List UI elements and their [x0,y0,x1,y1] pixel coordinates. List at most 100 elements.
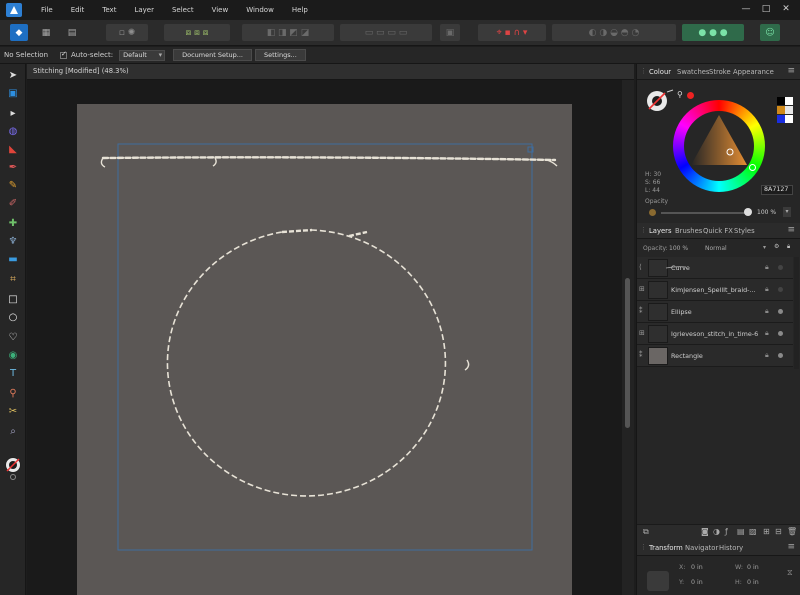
snapping-group-icon[interactable]: ⧈ ⧈ ⧈ [164,24,230,41]
opacity-slider[interactable] [661,212,747,214]
tab-styles[interactable]: Styles [734,227,755,235]
vector-brush-tool-icon[interactable]: ✐ [6,196,20,210]
auto-select-dropdown[interactable]: Default [119,49,166,61]
layer-settings-icon[interactable]: ⚙ [774,243,779,250]
export-persona-icon[interactable]: ▤ [64,24,80,41]
colour-fill-stroke-icon[interactable] [645,88,675,114]
align-group-icon[interactable]: ▭ ▭ ▭ ▭ [340,24,432,41]
swatch-white[interactable] [785,97,793,105]
fill-tool-icon[interactable]: ✚ [6,216,20,230]
document-tab[interactable]: Stitching [Modified] (48.3%) [27,64,634,80]
layer-row[interactable]: ⁑ Ellipse 🔒︎ [637,301,793,323]
delete-layer-icon[interactable]: 🗑︎ [787,527,797,536]
shape-tool-group-icon[interactable]: ◉ [6,348,20,362]
layer-lock-icon[interactable]: 🔒︎ [787,243,790,251]
snapping-toggle-icon[interactable]: ⌖ ▪ ∩ ▾ [478,24,546,41]
shape-tool-icon[interactable]: ♡ [6,330,20,344]
lock-icon[interactable]: 🔒︎ [765,285,769,294]
move-tool-icon[interactable]: ➤ [6,68,20,82]
panel-menu-icon[interactable]: ≡ [787,66,795,76]
lock-icon[interactable]: 🔒︎ [765,307,769,316]
transform-origin-icon[interactable]: ▣ [440,24,460,41]
lock-icon[interactable]: 🔒︎ [765,329,769,338]
panel-menu-icon[interactable]: ≡ [787,225,795,235]
text-tool-icon[interactable]: T [6,366,20,380]
rectangle-tool-icon[interactable]: □ [6,292,20,306]
panel-grip-icon[interactable]: ⋮ [640,543,647,551]
link-proportions-icon[interactable]: ⧖ [787,568,793,578]
arrange-group-icon[interactable]: ◧ ◨ ◩ ◪ [242,24,334,41]
transform-y-field[interactable]: 0 in [691,579,703,586]
fx-icon[interactable]: ƒ [725,527,728,536]
tab-navigator[interactable]: Navigator [685,544,718,552]
swatch-white-2[interactable] [785,115,793,123]
add-mask-icon[interactable]: ◙ [701,527,709,536]
lock-icon[interactable]: 🔒︎ [765,351,769,360]
transform-w-field[interactable]: 0 in [747,564,759,571]
blend-mode-dropdown[interactable]: Normal [705,245,727,252]
maximize-button[interactable]: □ [756,0,776,18]
vertical-scrollbar[interactable] [622,80,634,595]
transparency-tool-icon[interactable]: ♆ [6,234,20,248]
color-picker-tool-icon[interactable]: ⚲ [6,386,20,400]
crop-tool-icon[interactable]: ⌗ [6,272,20,286]
boolean-ops-group-icon[interactable]: ◐ ◑ ◒ ◓ ◔ [552,24,676,41]
panel-grip-icon[interactable]: ⋮ [640,226,647,234]
panel-menu-icon[interactable]: ≡ [787,542,795,552]
transform-h-field[interactable]: 0 in [747,579,759,586]
panel-grip-icon[interactable]: ⋮ [640,67,647,75]
pencil-tool-icon[interactable]: ✎ [6,178,20,192]
menu-file[interactable]: File [32,0,62,20]
tab-appearance[interactable]: Appearance [733,68,774,76]
affinity-designer-logo-icon[interactable] [6,3,22,17]
zoom-tool-icon[interactable]: ⌕ [6,424,20,438]
hue-handle[interactable] [749,164,756,171]
group-icon[interactable]: ▤ [737,527,745,536]
colour-triangle[interactable] [684,111,754,181]
node-tool-icon[interactable]: ▸ [6,106,20,120]
menu-layer[interactable]: Layer [125,0,163,20]
swatch-light[interactable] [785,106,793,114]
menu-select[interactable]: Select [163,0,203,20]
tab-brushes[interactable]: Brushes [675,227,702,235]
menu-help[interactable]: Help [283,0,317,20]
document-setup-button[interactable]: Document Setup... [173,49,252,61]
layer-row[interactable]: ⊞ Igrieveson_stitch_in_time-6 🔒︎ [637,323,793,345]
duplicate-layer-icon[interactable]: ⊟ [775,527,782,536]
canvas-area[interactable] [27,80,622,595]
tab-swatches[interactable]: Swatches [677,68,709,76]
layer-opacity-value[interactable]: 100 % [669,245,688,252]
swatch-black[interactable] [777,97,785,105]
transform-x-field[interactable]: 0 in [691,564,703,571]
scrollbar-thumb[interactable] [625,278,630,428]
hex-input[interactable]: 8A7127 [761,185,793,195]
layers-library-icon[interactable]: ⧉ [643,527,649,537]
add-layer-icon[interactable]: ⊞ [763,527,770,536]
layer-row[interactable]: ⁑ Rectangle 🔒︎ [637,345,793,367]
visibility-icon[interactable] [778,265,783,270]
tab-history[interactable]: History [719,544,743,552]
layer-row[interactable]: ⟨ Curve 🔒︎ [637,257,793,279]
tab-quick-fx[interactable]: Quick FX [703,227,733,235]
opacity-slider-handle[interactable] [744,208,752,216]
corner-tool-icon[interactable]: ◣ [6,142,20,156]
menu-view[interactable]: View [203,0,238,20]
colour-picker-icon[interactable]: ⚲ [677,90,687,100]
tab-layers[interactable]: Layers [649,227,672,235]
contour-tool-icon[interactable]: ◍ [6,124,20,138]
close-button[interactable]: ✕ [776,0,796,18]
opacity-value[interactable]: 100 % [757,209,776,216]
pixel-layer-icon[interactable]: ▨ [749,527,757,536]
menu-text[interactable]: Text [93,0,125,20]
layer-row[interactable]: ⊞ KimJensen_SpellIt_braid-... 🔒︎ [637,279,793,301]
artboard-tool-icon[interactable]: ▣ [6,86,20,100]
minimize-button[interactable]: — [736,0,756,18]
pixel-persona-icon[interactable]: ▦ [38,24,54,41]
designer-persona-icon[interactable]: ◆ [10,24,28,41]
auto-select-checkbox[interactable] [60,50,68,59]
visibility-icon[interactable] [778,331,783,336]
visibility-icon[interactable] [778,353,783,358]
swatch-orange[interactable] [777,106,785,114]
visibility-icon[interactable] [778,287,783,292]
ellipse-tool-icon[interactable]: ○ [6,310,20,324]
